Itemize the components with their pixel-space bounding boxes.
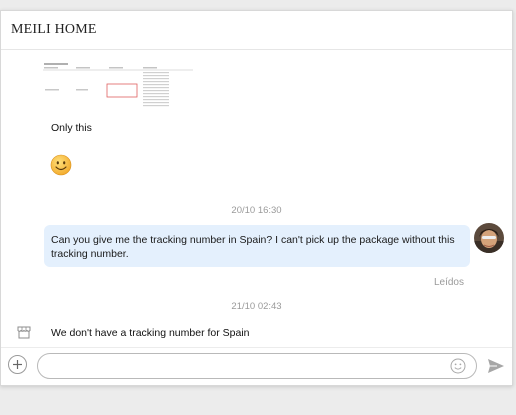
timestamp: 21/10 02:43 — [231, 301, 282, 312]
timestamp: 20/10 16:30 — [231, 205, 282, 216]
chat-title: MEILI HOME — [11, 22, 97, 37]
user-avatar[interactable] — [474, 223, 504, 253]
message-list[interactable]: Only this 20/10 16:30 Can you give me th… — [1, 50, 512, 346]
plus-circle-icon — [13, 360, 22, 369]
chat-window: MEILI HOME Only this 20/10 16:30 Can you… — [0, 10, 513, 386]
chat-header: MEILI HOME — [1, 11, 512, 50]
message-input[interactable] — [37, 353, 477, 379]
send-icon[interactable] — [487, 358, 505, 374]
add-attachment-button[interactable] — [8, 355, 27, 374]
emoji-icon[interactable] — [450, 358, 466, 374]
message-composer — [1, 347, 512, 385]
read-status: Leídos — [433, 277, 464, 288]
seller-reply-message: We don't have a tracking number for Spai… — [51, 327, 250, 339]
smiley-emoji — [50, 154, 72, 176]
attachment-caption: Only this — [51, 122, 92, 134]
attachment-thumbnail[interactable] — [43, 62, 193, 112]
shop-icon — [17, 326, 31, 339]
user-message-bubble: Can you give me the tracking number in S… — [44, 225, 470, 267]
